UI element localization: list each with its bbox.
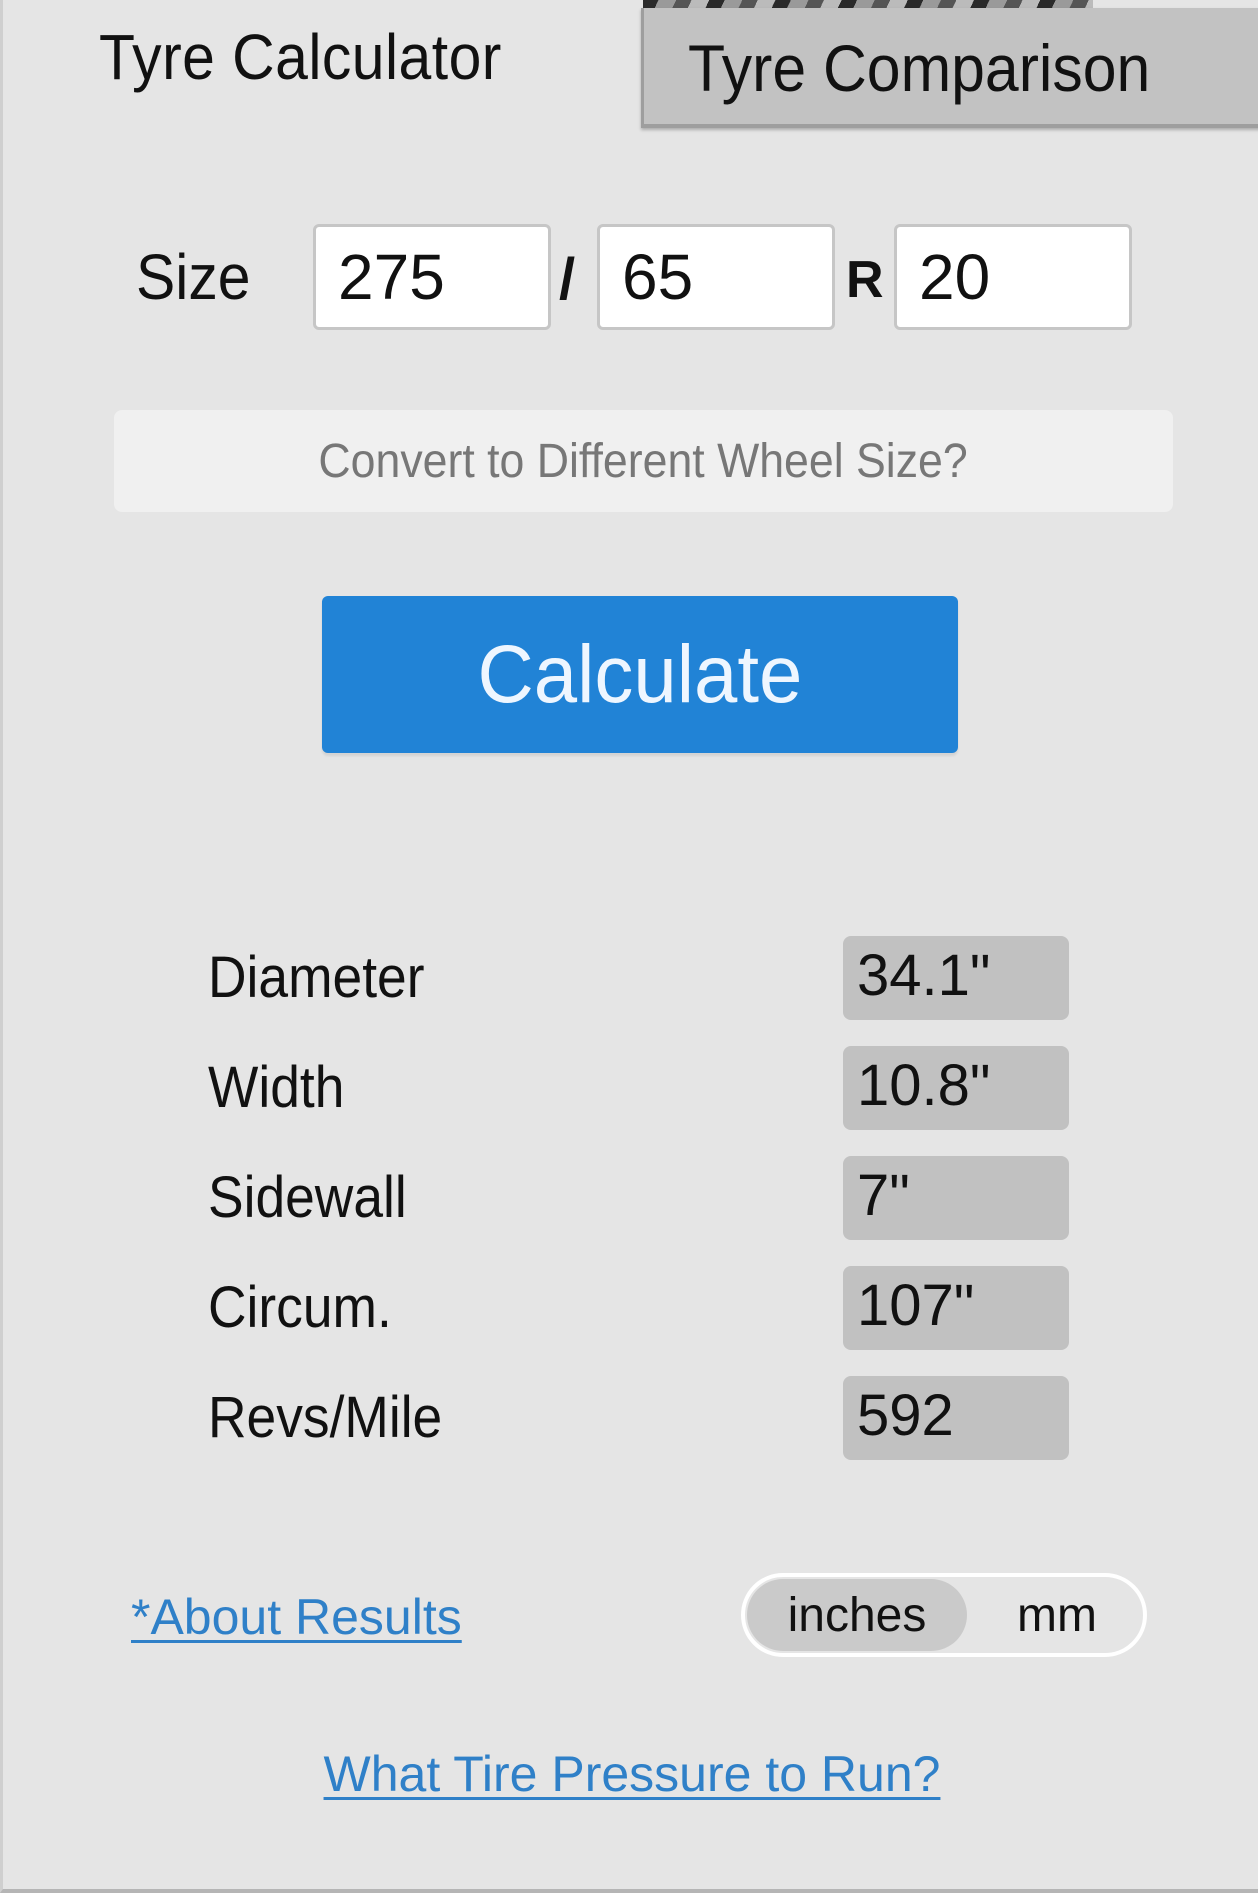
result-label: Circum.	[208, 1275, 392, 1340]
tire-pressure-link-container: What Tire Pressure to Run?	[3, 1745, 1258, 1803]
tire-image-fragment	[643, 0, 1093, 8]
result-value: 34.1"	[843, 936, 1069, 1020]
result-value: 107"	[843, 1266, 1069, 1350]
result-row-revs-per-mile: Revs/Mile 592	[3, 1376, 1258, 1462]
calculate-button-label: Calculate	[477, 628, 803, 720]
rim-diameter-input[interactable]	[894, 224, 1132, 330]
unit-toggle: inches mm	[741, 1573, 1147, 1657]
unit-option-inches[interactable]: inches	[747, 1579, 967, 1651]
result-label: Width	[208, 1055, 345, 1120]
unit-option-mm[interactable]: mm	[977, 1579, 1137, 1651]
tab-tyre-comparison[interactable]: Tyre Comparison	[641, 8, 1258, 128]
result-row-width: Width 10.8"	[3, 1046, 1258, 1132]
result-row-circumference: Circum. 107"	[3, 1266, 1258, 1352]
about-results-link[interactable]: *About Results	[131, 1588, 462, 1646]
result-value: 592	[843, 1376, 1069, 1460]
result-label: Sidewall	[208, 1165, 407, 1230]
result-value: 7"	[843, 1156, 1069, 1240]
result-row-sidewall: Sidewall 7"	[3, 1156, 1258, 1242]
aspect-ratio-input[interactable]	[597, 224, 835, 330]
convert-wheel-size-button[interactable]: Convert to Different Wheel Size?	[114, 410, 1173, 512]
tab-tyre-calculator[interactable]: Tyre Calculator	[99, 20, 502, 94]
result-row-diameter: Diameter 34.1"	[3, 936, 1258, 1022]
result-value: 10.8"	[843, 1046, 1069, 1130]
tire-pressure-link[interactable]: What Tire Pressure to Run?	[324, 1746, 941, 1802]
tab-tyre-comparison-label: Tyre Comparison	[688, 31, 1151, 105]
size-separator-slash: /	[559, 247, 576, 312]
result-label: Revs/Mile	[208, 1385, 443, 1450]
tire-width-input[interactable]	[313, 224, 551, 330]
calculate-button[interactable]: Calculate	[322, 596, 958, 753]
rim-prefix-label: R	[846, 251, 884, 309]
calculator-panel: Tyre Calculator Tyre Comparison Size / R…	[0, 0, 1258, 1893]
result-label: Diameter	[208, 945, 425, 1010]
convert-wheel-size-label: Convert to Different Wheel Size?	[318, 434, 969, 488]
size-label: Size	[136, 241, 251, 313]
